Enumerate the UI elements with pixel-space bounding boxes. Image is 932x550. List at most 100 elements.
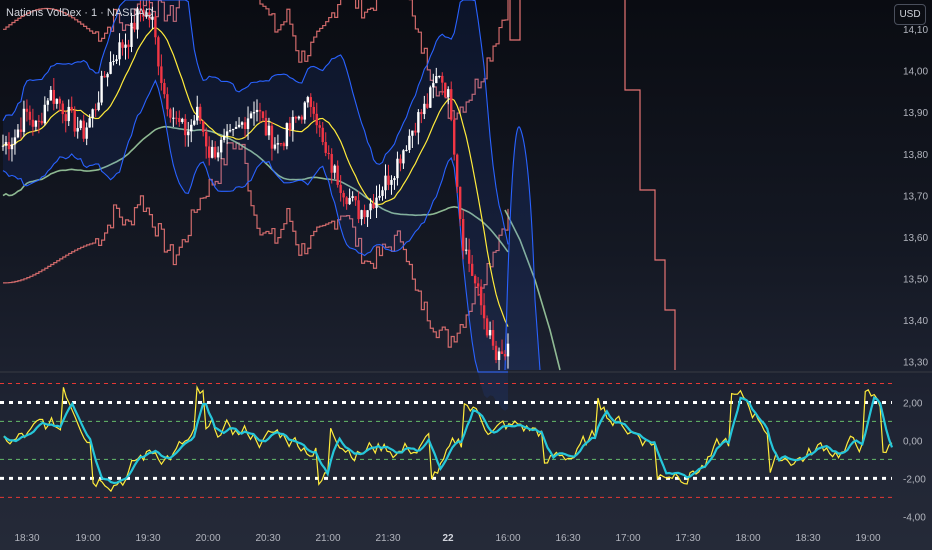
- candle-body: [255, 109, 259, 113]
- candle-body: [103, 75, 106, 78]
- candle-body: [112, 61, 115, 63]
- osc-axis-label: -4,00: [903, 512, 926, 523]
- candle-body: [438, 75, 441, 77]
- candle-body: [372, 203, 375, 209]
- candle-body: [172, 117, 175, 119]
- candle-body: [267, 125, 271, 136]
- candle-body: [354, 196, 357, 201]
- candle-body: [199, 106, 202, 121]
- time-axis-label: 21:00: [315, 533, 340, 544]
- candle-body: [318, 125, 321, 128]
- chart-canvas[interactable]: 14,10 14,00 13,90 13,80 13,70 13,60 13,50 13,40…: [0, 0, 932, 550]
- time-axis-label: 16:30: [555, 533, 580, 544]
- candle-body: [76, 128, 79, 132]
- candle-body: [429, 87, 432, 108]
- price-axis-label: 13,80: [903, 150, 928, 161]
- candle-body: [115, 59, 118, 62]
- candle-body: [342, 192, 345, 198]
- price-axis-label: 13,30: [903, 358, 928, 369]
- candle-body: [70, 106, 73, 111]
- candle-body: [219, 139, 223, 153]
- candle-body: [109, 61, 112, 74]
- candle-body: [485, 318, 489, 336]
- candle-body: [479, 286, 483, 306]
- candle-body: [196, 106, 199, 121]
- candle-body: [435, 76, 438, 84]
- candle-body: [273, 144, 277, 149]
- candle-body: [456, 154, 459, 187]
- candle-body: [297, 116, 301, 119]
- candle-body: [52, 89, 55, 104]
- candle-body: [390, 179, 393, 185]
- candle-body: [216, 152, 220, 158]
- time-axis-label: 19:30: [135, 533, 160, 544]
- candle-body: [470, 263, 474, 276]
- candle-body: [124, 44, 127, 48]
- candle-body: [366, 210, 369, 218]
- candle-body: [464, 249, 468, 251]
- candle-body: [190, 124, 193, 132]
- candle-body: [491, 330, 495, 346]
- candle-body: [231, 128, 235, 131]
- candle-body: [91, 109, 94, 119]
- candle-body: [222, 135, 226, 140]
- candle-body: [16, 129, 20, 138]
- symbol-title: Nations VolDex · 1 · NASDAQ: [6, 7, 154, 19]
- candle-body: [118, 42, 121, 60]
- price-axis-label: 13,60: [903, 233, 928, 244]
- time-axis-label: 21:30: [375, 533, 400, 544]
- bollinger-spike-fill: [505, 126, 540, 370]
- candle-body: [169, 109, 172, 118]
- candle-body: [473, 275, 477, 284]
- candle-body: [312, 106, 315, 114]
- time-axis-label: 18:30: [795, 533, 820, 544]
- candle-body: [228, 130, 232, 132]
- candle-body: [294, 116, 298, 119]
- candle-body: [178, 118, 181, 123]
- currency-button[interactable]: USD: [894, 4, 926, 25]
- candle-body: [494, 345, 498, 360]
- candle-body: [204, 131, 208, 147]
- candle-body: [258, 109, 262, 112]
- candle-body: [127, 44, 130, 47]
- candle-body: [40, 120, 44, 124]
- candle-body: [207, 146, 211, 158]
- candle-body: [73, 110, 76, 132]
- candle-body: [213, 146, 217, 158]
- candle-body: [210, 146, 214, 158]
- candle-body: [393, 178, 396, 180]
- candle-body: [345, 197, 348, 205]
- candle-body: [67, 106, 70, 122]
- candle-body: [357, 200, 360, 220]
- time-axis-label: 20:00: [195, 533, 220, 544]
- price-axis-label: 13,50: [903, 275, 928, 286]
- candle-body: [246, 118, 250, 129]
- candle-body: [282, 143, 286, 147]
- candle-body: [175, 117, 178, 119]
- candle-body: [234, 126, 238, 129]
- candle-body: [303, 102, 307, 120]
- time-axis-label: 16:00: [495, 533, 520, 544]
- time-axis-label: 22: [442, 533, 454, 544]
- candle-body: [324, 142, 327, 153]
- candle-body: [300, 116, 304, 120]
- candle-body: [13, 137, 17, 145]
- candle-body: [488, 330, 492, 336]
- candle-body: [387, 175, 390, 185]
- candle-body: [22, 108, 26, 132]
- candle-body: [193, 120, 196, 125]
- candle-body: [482, 305, 486, 319]
- candle-body: [506, 343, 510, 357]
- candle-body: [405, 149, 408, 151]
- candle-body: [402, 150, 405, 164]
- candle-body: [61, 103, 64, 115]
- time-axis-label: 18:30: [14, 533, 39, 544]
- candle-body: [243, 122, 247, 129]
- candle-body: [37, 120, 41, 122]
- candle-body: [34, 120, 38, 127]
- price-axis-label: 13,70: [903, 191, 928, 202]
- candle-body: [279, 143, 283, 145]
- candle-body: [339, 184, 342, 193]
- candle-body: [351, 196, 354, 198]
- candle-body: [369, 203, 372, 211]
